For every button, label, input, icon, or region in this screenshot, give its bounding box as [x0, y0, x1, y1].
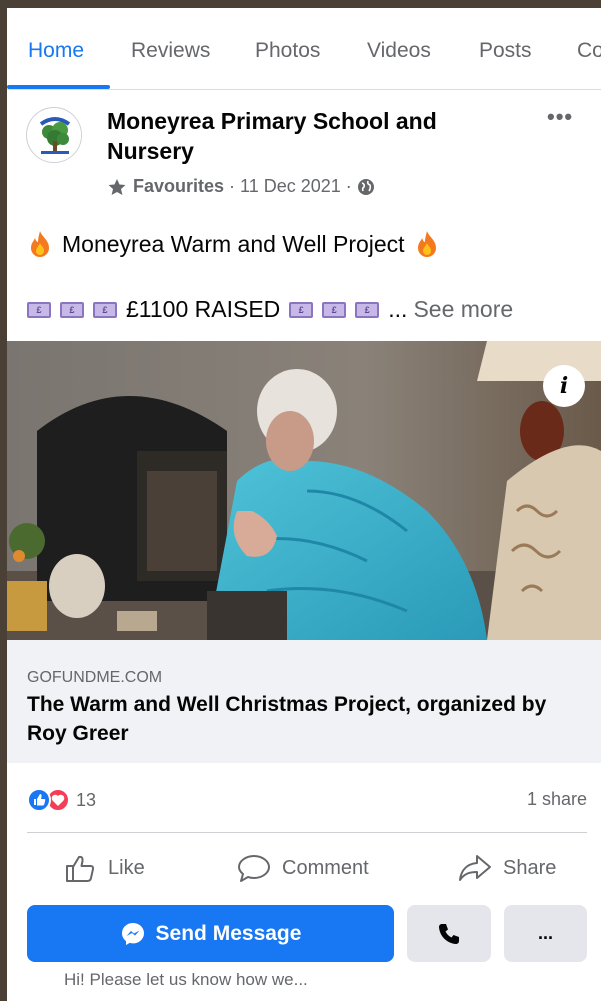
avatar[interactable]	[26, 107, 82, 163]
more-options-button[interactable]: ...	[504, 905, 587, 962]
send-message-button[interactable]: Send Message	[27, 905, 394, 962]
money-emoji-icon: £	[289, 301, 314, 318]
see-more-link[interactable]: See more	[413, 296, 513, 323]
thumbs-up-icon	[66, 855, 95, 882]
favourites-label[interactable]: Favourites	[133, 176, 224, 197]
reaction-count: 13	[76, 789, 97, 810]
send-message-label: Send Message	[155, 921, 302, 945]
like-reaction-icon	[27, 788, 51, 812]
photo-elderly-woman-blanket	[7, 341, 601, 640]
tab-home[interactable]: Home	[28, 39, 84, 63]
share-label: Share	[503, 856, 557, 879]
star-icon	[108, 178, 126, 195]
like-label: Like	[108, 856, 145, 879]
money-emoji-icon: £	[27, 301, 51, 318]
reaction-summary[interactable]: 13	[27, 788, 96, 812]
post-text-line-1: Moneyrea Warm and Well Project	[27, 230, 440, 258]
globe-icon	[357, 178, 374, 195]
tab-posts[interactable]: Posts	[479, 39, 532, 63]
page-name[interactable]: Moneyrea Primary School and Nursery	[107, 106, 507, 166]
fire-emoji-icon	[31, 231, 49, 257]
greeting-text: Hi! Please let us know how we...	[64, 970, 308, 989]
link-preview[interactable]: GOFUNDME.COM The Warm and Well Christmas…	[7, 640, 601, 763]
comment-label: Comment	[282, 856, 369, 879]
page-screen: Home Reviews Photos Videos Posts Co Mone…	[7, 8, 601, 1001]
post-headline: Moneyrea Warm and Well Project	[62, 230, 405, 257]
tab-videos[interactable]: Videos	[367, 39, 431, 63]
post-meta: Favourites · 11 Dec 2021 ·	[107, 176, 375, 197]
money-emoji-icon: £	[60, 301, 84, 318]
share-arrow-icon	[459, 855, 491, 881]
money-emoji-icon: £	[355, 301, 380, 318]
phone-icon	[439, 923, 459, 944]
active-tab-indicator	[7, 85, 110, 89]
post-text-line-2: £ £ £ £1100 RAISED £ £ £ ... See more	[27, 296, 513, 323]
tab-reviews[interactable]: Reviews	[131, 39, 210, 63]
share-count[interactable]: 1 share	[527, 789, 587, 810]
comment-bubble-icon	[238, 855, 270, 882]
ellipsis: ...	[388, 296, 408, 322]
like-button[interactable]: Like	[64, 853, 145, 883]
post-date[interactable]: 11 Dec 2021	[240, 176, 341, 197]
school-logo-icon	[28, 109, 81, 162]
comment-button[interactable]: Comment	[236, 853, 369, 883]
page-tabs: Home Reviews Photos Videos Posts Co	[7, 8, 601, 90]
link-domain: GOFUNDME.COM	[27, 669, 163, 686]
amount-raised-text: £1100 RAISED	[126, 296, 281, 322]
tab-community[interactable]: Co	[577, 39, 601, 63]
money-emoji-icon: £	[93, 301, 117, 318]
link-preview-image[interactable]: i	[7, 341, 601, 640]
meta-separator: ·	[345, 176, 352, 196]
fire-emoji-icon	[417, 231, 436, 257]
tab-photos[interactable]: Photos	[255, 39, 320, 63]
share-button[interactable]: Share	[457, 853, 556, 883]
messenger-icon	[121, 922, 144, 945]
post-options-button[interactable]: •••	[547, 104, 573, 130]
call-button[interactable]	[407, 905, 491, 962]
money-emoji-icon: £	[322, 301, 347, 318]
meta-separator: ·	[229, 176, 236, 196]
link-title: The Warm and Well Christmas Project, org…	[27, 693, 547, 745]
divider	[27, 832, 587, 833]
info-icon[interactable]: i	[543, 365, 585, 407]
